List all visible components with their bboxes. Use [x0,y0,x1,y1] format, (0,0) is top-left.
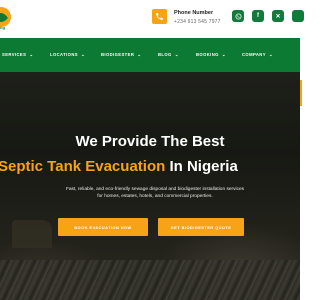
whatsapp-icon[interactable] [232,10,244,22]
nav-item-label: COMPANY [242,52,266,57]
top-header: ng Phone Number +234 913 545 7977 f ✕ [0,0,304,38]
nav-item-services[interactable]: SERVICES ⌄ [2,52,33,58]
chevron-down-icon: ⌄ [268,52,274,57]
get-biodigester-quote-button[interactable]: GET BIODIGESTER QUOTE [158,218,244,236]
chevron-down-icon: ⌄ [174,52,179,57]
hero-section: We Provide The Best Septic Tank Evacuati… [0,72,300,300]
nav-item-label: BIODIGESTER [101,52,135,57]
hero-description: Fast, reliable, and eco-friendly sewage … [65,187,245,199]
nav-item-label: SERVICES [2,52,27,57]
nav-item-locations[interactable]: LOCATIONS ⌄ [50,52,85,58]
x-icon[interactable]: ✕ [272,10,284,22]
main-nav: SERVICES ⌄ LOCATIONS ⌄ BIODIGESTER ⌄ BLOG ⌄ … [0,38,302,106]
nav-item-label: BOOKING [196,52,219,57]
logo-text: ng [0,25,5,30]
nav-item-booking[interactable]: BOOKING ⌄ [196,52,226,58]
hero-title-line1: We Provide The Best [75,133,225,150]
chevron-down-icon: ⌄ [221,52,226,57]
chevron-down-icon: ⌄ [29,52,34,57]
facebook-icon[interactable]: f [252,10,264,22]
chevron-down-icon: ⌄ [80,52,86,57]
nav-item-blog[interactable]: BLOG ⌄ [158,52,179,58]
nav-item-label: BLOG [158,52,172,57]
nav-item-company[interactable]: COMPANY ⌄ [242,52,273,58]
hero-title-rest: In Nigeria [165,158,238,175]
phone-icon[interactable] [152,9,167,24]
chevron-down-icon: ⌄ [137,52,142,57]
more-icon[interactable] [292,10,304,22]
book-evacuation-button[interactable]: BOOK EVACUATION NOW [58,218,148,236]
nav-item-label: LOCATIONS [50,52,78,57]
hero-title-highlight: Septic Tank Evacuation [0,158,166,175]
hero-title-line2: Septic Tank Evacuation In Nigeria [0,158,238,175]
phone-label: Phone Number [174,10,214,16]
phone-number[interactable]: +234 913 545 7977 [174,19,221,25]
nav-item-biodigester[interactable]: BIODIGESTER ⌄ [101,52,141,58]
